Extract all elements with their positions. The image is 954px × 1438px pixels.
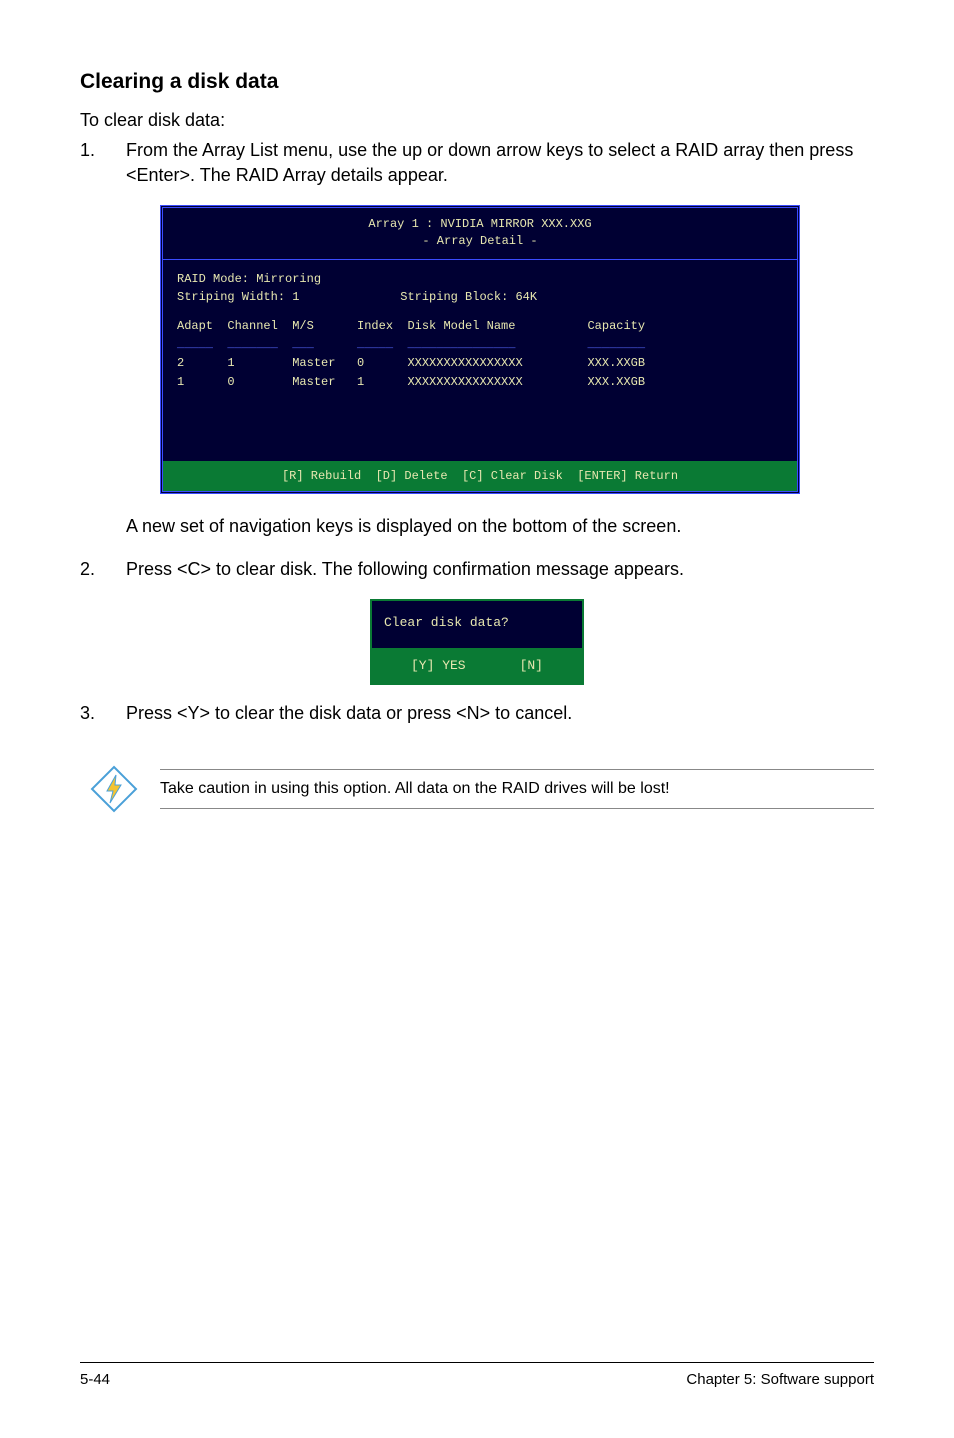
bios-title-line2: - Array Detail - bbox=[163, 233, 797, 250]
bios-title-line1: Array 1 : NVIDIA MIRROR XXX.XXG bbox=[163, 216, 797, 233]
dialog-question: Clear disk data? bbox=[372, 601, 582, 648]
bios-strip-width: Striping Width: 1 bbox=[177, 290, 299, 304]
step-2-number: 2. bbox=[80, 557, 126, 581]
step-2-text: Press <C> to clear disk. The following c… bbox=[126, 557, 874, 581]
step-2: 2. Press <C> to clear disk. The followin… bbox=[80, 557, 874, 581]
section-heading: Clearing a disk data bbox=[80, 70, 874, 94]
step-1: 1. From the Array List menu, use the up … bbox=[80, 138, 874, 187]
step-3-text: Press <Y> to clear the disk data or pres… bbox=[126, 701, 874, 725]
bios-strip-block: Striping Block: 64K bbox=[400, 290, 537, 304]
bios-table-underline: _____ _______ ___ _____ _______________ … bbox=[177, 335, 783, 354]
step-1-after: A new set of navigation keys is displaye… bbox=[80, 514, 874, 538]
bios-body: RAID Mode: Mirroring Striping Width: 1 S… bbox=[163, 260, 797, 462]
step-1-after-text: A new set of navigation keys is displaye… bbox=[126, 514, 874, 538]
caution-text: Take caution in using this option. All d… bbox=[160, 769, 874, 809]
dialog-buttons-row: [Y] YES [N] bbox=[372, 648, 582, 683]
lightning-icon bbox=[90, 765, 138, 813]
confirmation-dialog-wrap: Clear disk data? [Y] YES [N] bbox=[80, 599, 874, 685]
table-row: 1 0 Master 1 XXXXXXXXXXXXXXXX XXX.XXGB bbox=[177, 373, 783, 392]
page-footer: 5-44 Chapter 5: Software support bbox=[80, 1362, 874, 1388]
page-number: 5-44 bbox=[80, 1371, 110, 1388]
intro-text: To clear disk data: bbox=[80, 108, 874, 132]
step-3: 3. Press <Y> to clear the disk data or p… bbox=[80, 701, 874, 725]
bios-raid-mode: RAID Mode: Mirroring bbox=[177, 270, 783, 289]
bios-panel: Array 1 : NVIDIA MIRROR XXX.XXG - Array … bbox=[160, 205, 800, 494]
caution-note: Take caution in using this option. All d… bbox=[80, 765, 874, 813]
step-1-text: From the Array List menu, use the up or … bbox=[126, 138, 874, 187]
bios-title-bar: Array 1 : NVIDIA MIRROR XXX.XXG - Array … bbox=[163, 208, 797, 260]
bios-striping: Striping Width: 1 Striping Block: 64K bbox=[177, 288, 783, 307]
step-3-number: 3. bbox=[80, 701, 126, 725]
table-row: 2 1 Master 0 XXXXXXXXXXXXXXXX XXX.XXGB bbox=[177, 354, 783, 373]
confirmation-dialog: Clear disk data? [Y] YES [N] bbox=[370, 599, 584, 685]
bios-table-header: Adapt Channel M/S Index Disk Model Name … bbox=[177, 317, 783, 336]
step-1-number: 1. bbox=[80, 138, 126, 187]
bios-footer-keys: [R] Rebuild [D] Delete [C] Clear Disk [E… bbox=[163, 461, 797, 491]
step-1-after-spacer bbox=[80, 514, 126, 538]
chapter-label: Chapter 5: Software support bbox=[686, 1371, 874, 1388]
dialog-no: [N] bbox=[520, 658, 543, 673]
dialog-yes: [Y] YES bbox=[411, 658, 466, 673]
